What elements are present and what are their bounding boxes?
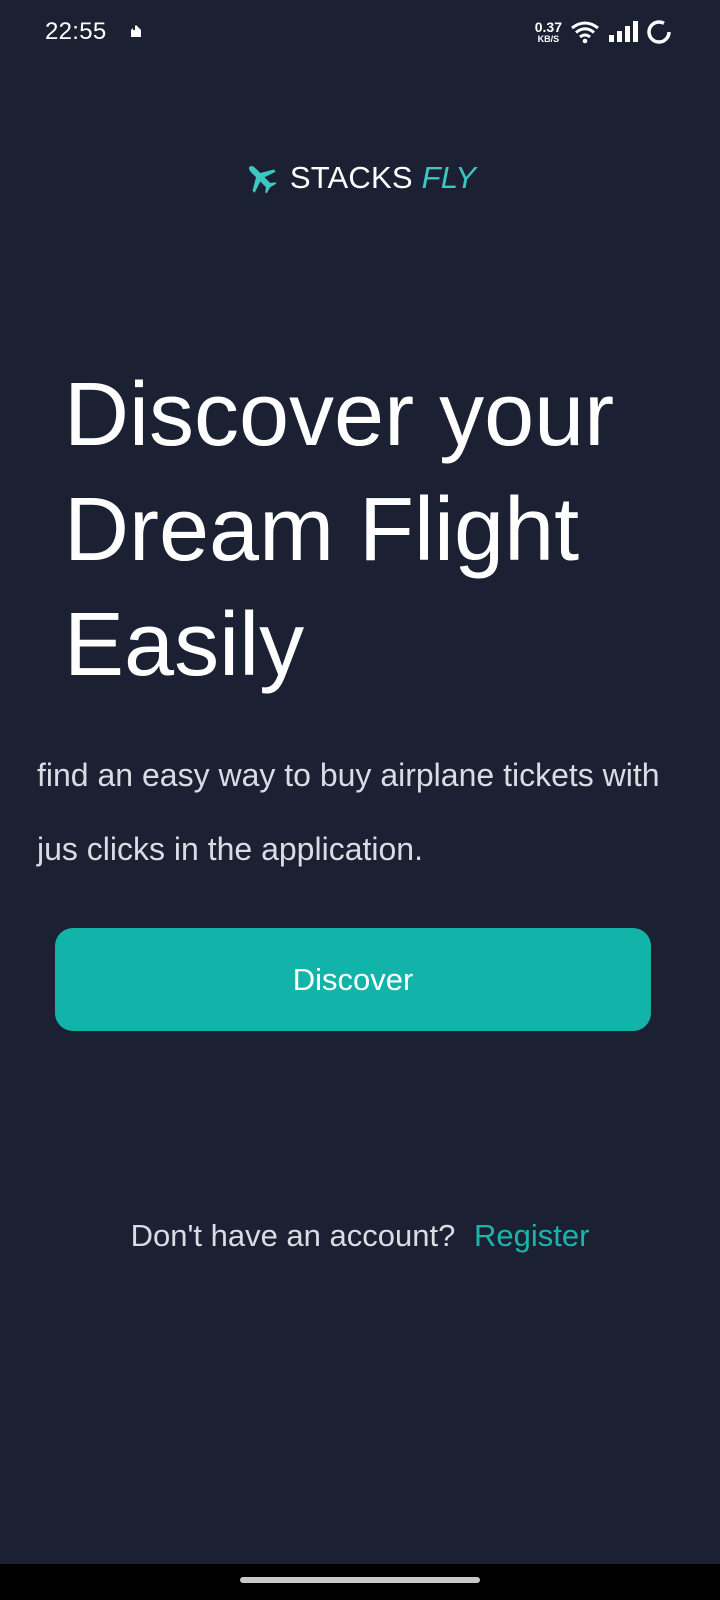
page-title: Discover your Dream Flight Easily <box>64 358 684 703</box>
logo-text-main: STACKS <box>289 160 413 195</box>
wifi-icon <box>571 21 599 44</box>
hero-description: find an easy way to buy airplane tickets… <box>37 757 660 867</box>
welcome-screen: 22:55 0.37 KB/S STACKS FLY Discover your… <box>0 0 720 1600</box>
battery-icon <box>647 20 671 44</box>
status-bar: 22:55 0.37 KB/S <box>0 0 720 64</box>
status-icons: 0.37 KB/S <box>535 16 672 48</box>
register-link[interactable]: Register <box>474 1218 589 1253</box>
register-prompt: Don't have an account? Register <box>0 1218 720 1254</box>
logo-text: STACKS FLY <box>290 160 476 196</box>
headline-line-2: Dream Flight <box>64 480 580 580</box>
network-speed-value: 0.37 <box>534 19 562 35</box>
notification-icon <box>131 25 141 37</box>
headline-line-1: Discover your <box>64 365 615 465</box>
logo-text-accent: FLY <box>421 160 477 195</box>
headline-line-3: Easily <box>64 595 305 695</box>
home-indicator[interactable] <box>240 1577 480 1583</box>
signal-icon <box>609 21 638 42</box>
no-account-text: Don't have an account? <box>130 1218 456 1253</box>
network-speed: 0.37 KB/S <box>535 20 562 44</box>
discover-button[interactable]: Discover <box>55 928 651 1031</box>
app-logo: STACKS FLY <box>0 160 720 196</box>
airplane-icon <box>248 165 277 194</box>
status-time: 22:55 <box>45 18 107 45</box>
network-speed-unit: KB/S <box>537 34 560 44</box>
